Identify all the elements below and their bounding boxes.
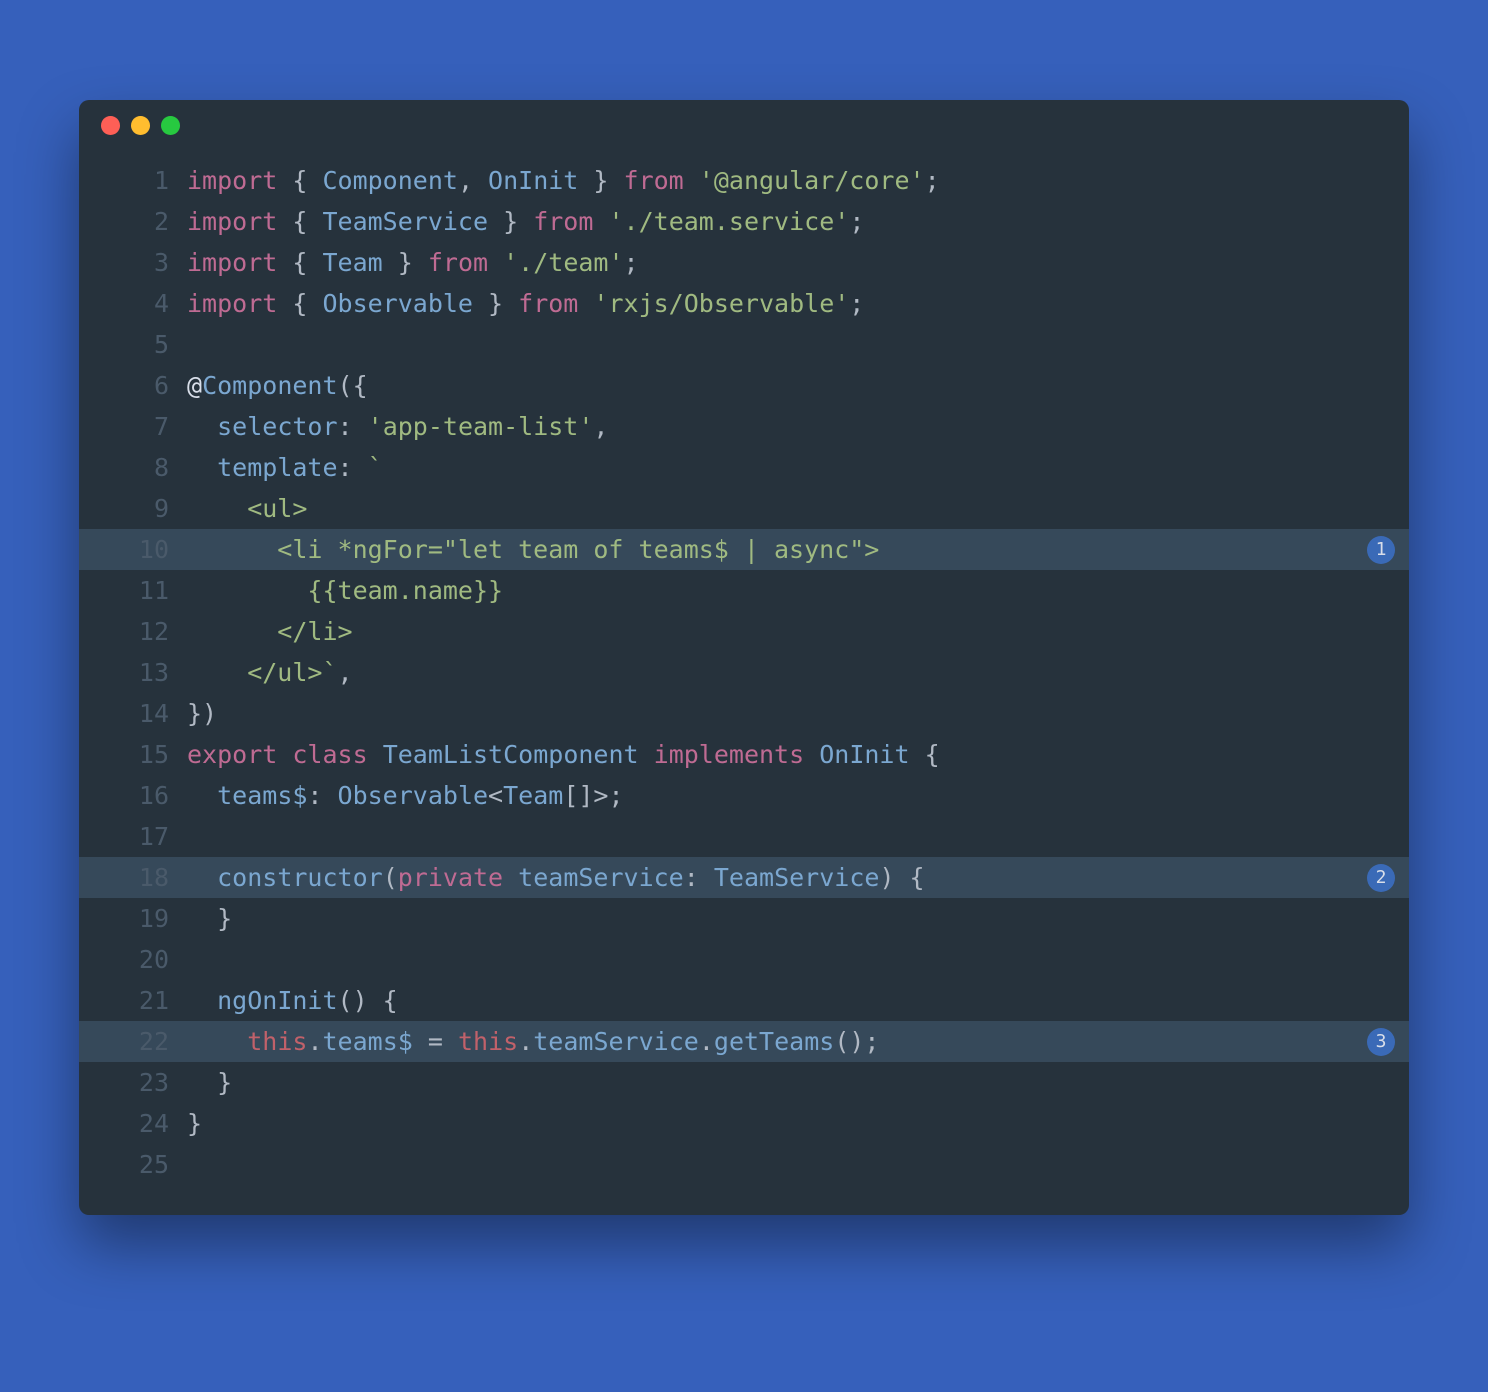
line-number: 23 bbox=[79, 1062, 187, 1103]
line-number: 20 bbox=[79, 939, 187, 980]
code-line[interactable]: 3import { Team } from './team'; bbox=[79, 242, 1409, 283]
code-content[interactable]: @Component({ bbox=[187, 365, 1409, 406]
line-number: 10 bbox=[79, 529, 187, 570]
code-line[interactable]: 23 } bbox=[79, 1062, 1409, 1103]
line-number: 11 bbox=[79, 570, 187, 611]
callout-badge: 3 bbox=[1367, 1028, 1395, 1056]
code-line[interactable]: 9 <ul> bbox=[79, 488, 1409, 529]
line-number: 18 bbox=[79, 857, 187, 898]
code-content[interactable]: this.teams$ = this.teamService.getTeams(… bbox=[187, 1021, 1409, 1062]
line-number: 3 bbox=[79, 242, 187, 283]
code-content[interactable]: import { Team } from './team'; bbox=[187, 242, 1409, 283]
code-content[interactable]: <ul> bbox=[187, 488, 1409, 529]
line-number: 24 bbox=[79, 1103, 187, 1144]
code-line[interactable]: 10 <li *ngFor="let team of teams$ | asyn… bbox=[79, 529, 1409, 570]
line-number: 17 bbox=[79, 816, 187, 857]
line-number: 1 bbox=[79, 160, 187, 201]
callout-badge: 1 bbox=[1367, 536, 1395, 564]
code-content[interactable] bbox=[187, 939, 1409, 980]
code-content[interactable]: import { Observable } from 'rxjs/Observa… bbox=[187, 283, 1409, 324]
line-number: 19 bbox=[79, 898, 187, 939]
code-line[interactable]: 16 teams$: Observable<Team[]>; bbox=[79, 775, 1409, 816]
code-content[interactable]: </li> bbox=[187, 611, 1409, 652]
line-number: 12 bbox=[79, 611, 187, 652]
code-line[interactable]: 15export class TeamListComponent impleme… bbox=[79, 734, 1409, 775]
code-content[interactable]: import { Component, OnInit } from '@angu… bbox=[187, 160, 1409, 201]
line-number: 4 bbox=[79, 283, 187, 324]
code-content[interactable]: selector: 'app-team-list', bbox=[187, 406, 1409, 447]
code-content[interactable]: constructor(private teamService: TeamSer… bbox=[187, 857, 1409, 898]
code-line[interactable]: 2import { TeamService } from './team.ser… bbox=[79, 201, 1409, 242]
code-content[interactable] bbox=[187, 1144, 1409, 1185]
code-content[interactable]: } bbox=[187, 1062, 1409, 1103]
callout-badge: 2 bbox=[1367, 864, 1395, 892]
code-content[interactable]: <li *ngFor="let team of teams$ | async"> bbox=[187, 529, 1409, 570]
code-line[interactable]: 21 ngOnInit() { bbox=[79, 980, 1409, 1021]
line-number: 25 bbox=[79, 1144, 187, 1185]
code-line[interactable]: 17 bbox=[79, 816, 1409, 857]
code-line[interactable]: 12 </li> bbox=[79, 611, 1409, 652]
code-content[interactable]: ngOnInit() { bbox=[187, 980, 1409, 1021]
code-line[interactable]: 4import { Observable } from 'rxjs/Observ… bbox=[79, 283, 1409, 324]
minimize-icon[interactable] bbox=[131, 116, 150, 135]
code-line[interactable]: 19 } bbox=[79, 898, 1409, 939]
line-number: 5 bbox=[79, 324, 187, 365]
code-content[interactable]: {{team.name}} bbox=[187, 570, 1409, 611]
code-line[interactable]: 22 this.teams$ = this.teamService.getTea… bbox=[79, 1021, 1409, 1062]
line-number: 7 bbox=[79, 406, 187, 447]
line-number: 6 bbox=[79, 365, 187, 406]
line-number: 14 bbox=[79, 693, 187, 734]
line-number: 9 bbox=[79, 488, 187, 529]
code-line[interactable]: 11 {{team.name}} bbox=[79, 570, 1409, 611]
code-content[interactable]: } bbox=[187, 898, 1409, 939]
code-content[interactable]: } bbox=[187, 1103, 1409, 1144]
line-number: 15 bbox=[79, 734, 187, 775]
line-number: 22 bbox=[79, 1021, 187, 1062]
window-titlebar bbox=[79, 100, 1409, 150]
editor-window: 1import { Component, OnInit } from '@ang… bbox=[79, 100, 1409, 1215]
line-number: 8 bbox=[79, 447, 187, 488]
code-content[interactable]: </ul>`, bbox=[187, 652, 1409, 693]
line-number: 21 bbox=[79, 980, 187, 1021]
code-editor[interactable]: 1import { Component, OnInit } from '@ang… bbox=[79, 150, 1409, 1215]
code-line[interactable]: 25 bbox=[79, 1144, 1409, 1185]
code-line[interactable]: 13 </ul>`, bbox=[79, 652, 1409, 693]
line-number: 2 bbox=[79, 201, 187, 242]
code-content[interactable]: teams$: Observable<Team[]>; bbox=[187, 775, 1409, 816]
code-line[interactable]: 1import { Component, OnInit } from '@ang… bbox=[79, 160, 1409, 201]
code-content[interactable] bbox=[187, 324, 1409, 365]
code-content[interactable]: template: ` bbox=[187, 447, 1409, 488]
code-line[interactable]: 18 constructor(private teamService: Team… bbox=[79, 857, 1409, 898]
code-line[interactable]: 6@Component({ bbox=[79, 365, 1409, 406]
code-line[interactable]: 14}) bbox=[79, 693, 1409, 734]
code-line[interactable]: 20 bbox=[79, 939, 1409, 980]
code-content[interactable]: import { TeamService } from './team.serv… bbox=[187, 201, 1409, 242]
code-line[interactable]: 24} bbox=[79, 1103, 1409, 1144]
line-number: 13 bbox=[79, 652, 187, 693]
code-line[interactable]: 5 bbox=[79, 324, 1409, 365]
code-line[interactable]: 7 selector: 'app-team-list', bbox=[79, 406, 1409, 447]
close-icon[interactable] bbox=[101, 116, 120, 135]
maximize-icon[interactable] bbox=[161, 116, 180, 135]
code-line[interactable]: 8 template: ` bbox=[79, 447, 1409, 488]
line-number: 16 bbox=[79, 775, 187, 816]
code-content[interactable]: export class TeamListComponent implement… bbox=[187, 734, 1409, 775]
code-content[interactable]: }) bbox=[187, 693, 1409, 734]
code-content[interactable] bbox=[187, 816, 1409, 857]
